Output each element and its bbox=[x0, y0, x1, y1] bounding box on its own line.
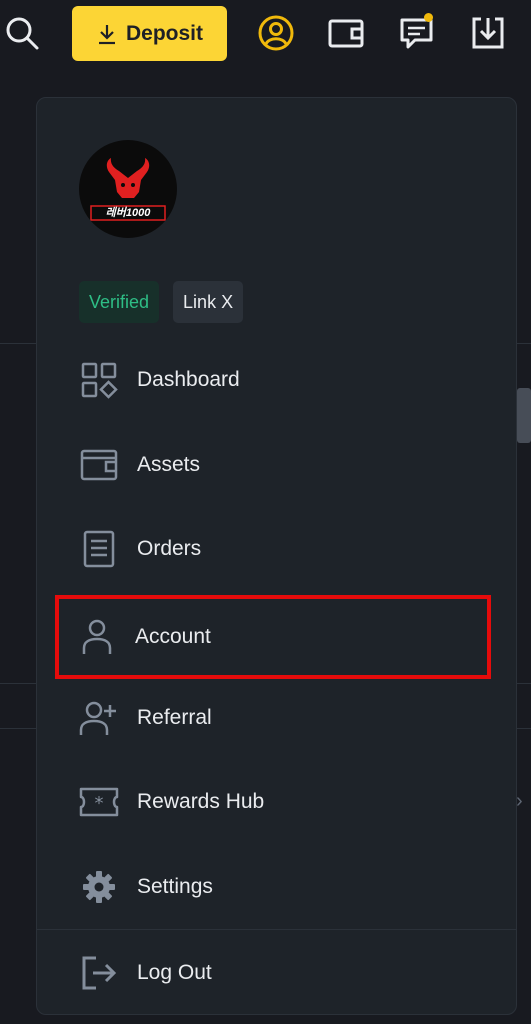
deposit-label: Deposit bbox=[125, 21, 203, 45]
avatar-text: 레버1000 bbox=[105, 207, 151, 219]
menu-item-settings[interactable]: Settings bbox=[57, 845, 498, 929]
dashboard-icon bbox=[79, 360, 119, 400]
avatar[interactable]: 레버1000 bbox=[79, 140, 177, 238]
menu-item-dashboard[interactable]: Dashboard bbox=[57, 338, 498, 422]
search-icon[interactable] bbox=[2, 13, 42, 53]
menu-item-label: Referral bbox=[137, 706, 212, 729]
user-circle-icon[interactable] bbox=[256, 13, 296, 53]
background-divider bbox=[517, 343, 531, 344]
menu-item-label: Orders bbox=[137, 537, 202, 560]
deposit-button[interactable]: Deposit bbox=[72, 6, 227, 61]
background-divider bbox=[517, 728, 531, 729]
ticket-icon: * bbox=[79, 782, 119, 822]
background-divider bbox=[517, 683, 531, 684]
background-divider bbox=[0, 728, 36, 729]
verified-badge: Verified bbox=[79, 281, 160, 323]
gear-icon bbox=[79, 867, 119, 907]
menu-item-log-out[interactable]: Log Out bbox=[57, 931, 498, 1015]
background-scrollbar[interactable] bbox=[517, 388, 531, 443]
menu-item-label: Account bbox=[135, 625, 211, 648]
notification-dot bbox=[424, 13, 433, 22]
menu-item-label: Dashboard bbox=[137, 368, 240, 391]
svg-text:*: * bbox=[95, 793, 104, 814]
menu-divider bbox=[37, 929, 516, 930]
menu-item-orders[interactable]: Orders bbox=[57, 507, 498, 591]
link-x-button[interactable]: Link X bbox=[173, 281, 244, 323]
account-dropdown-menu: 레버1000 Verified Link X Dashboard Assets … bbox=[36, 97, 517, 1015]
wallet-icon bbox=[79, 445, 119, 485]
menu-item-label: Rewards Hub bbox=[137, 790, 265, 813]
logout-icon bbox=[79, 953, 119, 993]
chevron-right-icon: › bbox=[516, 790, 523, 812]
add-user-icon bbox=[79, 698, 119, 738]
message-icon[interactable] bbox=[397, 13, 437, 53]
download-arrow-icon bbox=[98, 24, 115, 44]
menu-item-referral[interactable]: Referral bbox=[57, 676, 498, 760]
menu-item-rewards-hub[interactable]: * Rewards Hub bbox=[57, 760, 498, 844]
menu-item-label: Log Out bbox=[137, 961, 212, 984]
user-icon bbox=[77, 617, 117, 657]
background-divider bbox=[0, 683, 36, 684]
menu-item-label: Settings bbox=[137, 875, 213, 898]
download-box-icon[interactable] bbox=[468, 13, 508, 53]
menu-item-label: Assets bbox=[137, 453, 201, 476]
top-bar: Deposit bbox=[0, 0, 531, 70]
profile-badges: Verified Link X bbox=[79, 281, 244, 323]
background-divider bbox=[0, 343, 36, 344]
wallet-icon[interactable] bbox=[326, 13, 366, 53]
menu-item-account[interactable]: Account bbox=[55, 595, 491, 679]
menu-item-assets[interactable]: Assets bbox=[57, 423, 498, 507]
document-icon bbox=[79, 529, 119, 569]
